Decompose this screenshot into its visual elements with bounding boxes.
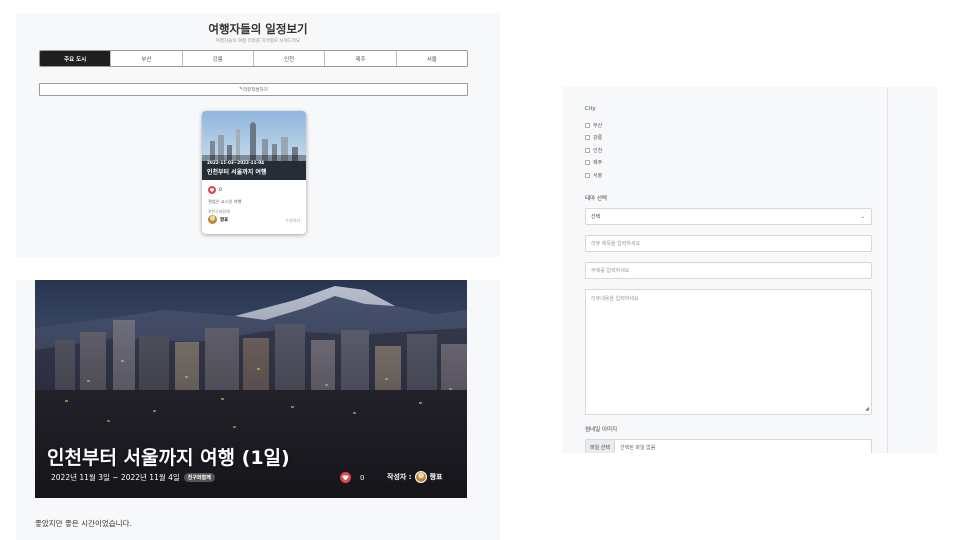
review-form-panel: City 부산 강릉 인천 제주 서울 테마 선택 선택 ⌄ 리뷰 제목을 입력… [562, 87, 937, 453]
trip-card[interactable]: 2022-11-03~2022-11-04 인천부터 서울까지 여행 0 괜찮은… [202, 111, 306, 234]
city-label: City [585, 106, 596, 112]
trip-body-text: 좋았지만 좋은 시간이었습니다. [35, 519, 132, 528]
schedule-list-panel: 여행자들의 일정보기 여행자들의 여행 리뷰를 지역별로 보여드려요 주요 도시… [16, 13, 500, 257]
card-thumbnail: 2022-11-03~2022-11-04 인천부터 서울까지 여행 [202, 111, 306, 180]
city-option-label: 제주 [593, 160, 603, 166]
city-option-label: 인천 [593, 148, 603, 154]
card-like[interactable]: 0 [208, 186, 222, 194]
author-label: 작성자 : [387, 473, 412, 481]
city-option-jeju[interactable]: 제주 [585, 159, 602, 166]
write-review-label: 리뷰작성하기 [242, 87, 268, 93]
trip-date-range: 2022년 11월 3일 ~ 2022년 11월 4일 [51, 473, 180, 482]
city-tabs: 주요 도시 부산 강릉 인천 제주 서울 [39, 50, 468, 67]
avatar [208, 215, 217, 224]
card-dates: 2022-11-03~2022-11-04 [207, 160, 265, 165]
tab-gangneung[interactable]: 강릉 [181, 51, 253, 66]
checkbox[interactable] [585, 123, 590, 128]
city-option-label: 강릉 [593, 135, 603, 141]
city-option-seoul[interactable]: 서울 [585, 172, 602, 179]
choose-file-button[interactable]: 파일 선택 [586, 440, 615, 453]
tab-main-cities[interactable]: 주요 도시 [40, 51, 111, 66]
like-count: 0 [360, 473, 365, 482]
trip-title: 인천부터 서울까지 여행 (1일) [47, 447, 290, 469]
heart-icon [340, 472, 351, 483]
page-subtitle: 여행자들의 여행 리뷰를 지역별로 보여드려요 [215, 39, 301, 44]
city-option-label: 서울 [593, 173, 603, 179]
resize-handle-icon[interactable]: ◢ [865, 406, 869, 412]
city-option-busan[interactable]: 부산 [585, 122, 602, 129]
theme-select[interactable]: 선택 ⌄ [585, 208, 872, 225]
tab-incheon[interactable]: 인천 [252, 51, 324, 66]
review-content-textarea[interactable]: 리뷰내용을 입력하세요 ◢ [585, 289, 872, 415]
heart-icon [208, 186, 216, 194]
companion-badge: 친구와함께 [183, 473, 215, 482]
checkbox[interactable] [585, 173, 590, 178]
theme-label: 테마 선택 [585, 196, 607, 202]
checkbox[interactable] [585, 148, 590, 153]
avatar [414, 471, 427, 483]
edit-link[interactable]: 수정하기 [285, 218, 300, 224]
checkbox[interactable] [585, 135, 590, 140]
file-status: 선택된 파일 없음 [620, 445, 656, 451]
card-author-name: 짱표 [220, 217, 229, 223]
content-placeholder: 리뷰내용을 입력하세요 [591, 296, 639, 302]
hero-image: 인천부터 서울까지 여행 (1일) 2022년 11월 3일 ~ 2022년 1… [35, 280, 467, 498]
author-info: 작성자 : 짱표 [387, 471, 442, 483]
tab-busan[interactable]: 부산 [110, 51, 181, 66]
card-author: 짱표 [208, 215, 228, 224]
theme-selected-value: 선택 [591, 214, 601, 220]
card-like-count: 0 [219, 187, 222, 193]
review-title-input[interactable]: 리뷰 제목을 입력하세요 [585, 235, 872, 252]
page-title: 여행자들의 일정보기 [208, 22, 308, 36]
write-review-button[interactable]: ✎ 리뷰작성하기 [39, 83, 468, 96]
city-option-incheon[interactable]: 인천 [585, 147, 602, 154]
thumbnail-label: 썸네일 이미지 [585, 427, 618, 433]
card-description: 괜찮은 코스인 여행 [208, 199, 242, 204]
tab-jeju[interactable]: 제주 [324, 51, 395, 66]
trip-detail-panel: 인천부터 서울까지 여행 (1일) 2022년 11월 3일 ~ 2022년 1… [16, 280, 500, 540]
divider [887, 87, 888, 453]
trip-dates: 2022년 11월 3일 ~ 2022년 11월 4일 친구와함께 [51, 472, 215, 483]
checkbox[interactable] [585, 160, 590, 165]
card-title: 인천부터 서울까지 여행 [207, 169, 267, 176]
city-option-gangneung[interactable]: 강릉 [585, 134, 602, 141]
thumbnail-file-input[interactable]: 파일 선택 선택된 파일 없음 [585, 439, 872, 453]
subtitle-input[interactable]: 부제를 입력하세요 [585, 262, 872, 279]
city-option-label: 부산 [593, 123, 603, 129]
chevron-down-icon: ⌄ [860, 213, 865, 220]
author-name: 짱표 [429, 473, 443, 481]
like-button[interactable]: 0 [340, 472, 364, 483]
tab-seoul[interactable]: 서울 [395, 51, 467, 66]
